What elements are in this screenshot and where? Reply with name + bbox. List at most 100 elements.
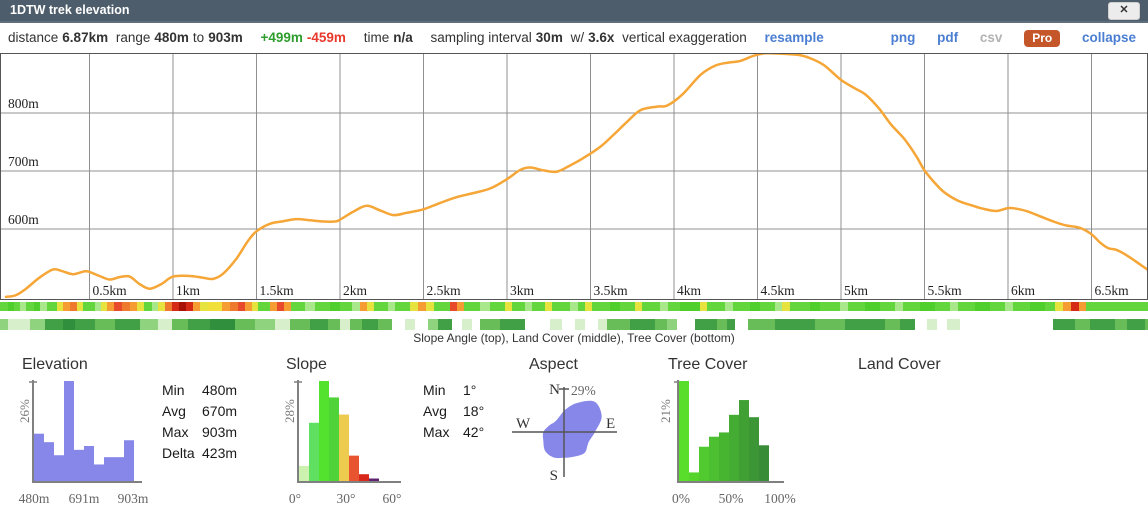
strip-segment	[172, 319, 188, 330]
x-axis-label: 1km	[176, 283, 201, 298]
strip-segment	[903, 302, 920, 311]
strip-segment	[570, 302, 578, 311]
tree-xtick-2: 100%	[764, 491, 796, 507]
aspect-rose-shape	[543, 401, 602, 458]
strip-segment	[284, 302, 291, 311]
elevation-profile-line	[6, 54, 1147, 297]
histogram-bar	[309, 423, 319, 481]
slope-xtick-0: 0°	[289, 491, 301, 507]
x-axis-label: 3km	[510, 283, 535, 298]
tree-panel-title: Tree Cover	[668, 356, 747, 374]
pro-badge[interactable]: Pro	[1024, 30, 1060, 47]
tree-xtick-0: 0%	[672, 491, 690, 507]
x-axis-label: 3.5km	[594, 283, 629, 298]
strip-segment	[748, 319, 775, 330]
strip-segment	[885, 319, 900, 330]
aspect-max-label: 29%	[571, 383, 596, 398]
strip-segment	[464, 302, 480, 311]
strip-segment	[208, 302, 222, 311]
strip-segment	[472, 319, 480, 330]
x-axis-label: 2.5km	[427, 283, 462, 298]
strip-segment	[238, 302, 245, 311]
strip-segment	[848, 302, 865, 311]
x-axis-label: 4km	[677, 283, 702, 298]
strip-segment	[122, 302, 130, 311]
strip-segment	[630, 319, 655, 330]
strip-segment	[277, 302, 284, 311]
strip-segment	[45, 319, 63, 330]
strip-segment	[660, 302, 668, 311]
strip-segment	[245, 302, 252, 311]
histogram-bar	[689, 472, 699, 481]
stat-value: 42°	[463, 424, 484, 440]
strip-segment	[733, 302, 750, 311]
strip-segment	[210, 319, 235, 330]
stat-row: Max42°	[423, 422, 484, 443]
strip-segment	[1071, 302, 1079, 311]
distance-value: 6.87km	[62, 30, 108, 45]
stat-row: Min480m	[162, 380, 237, 401]
info-bar: distance6.87km range480mto903m +499m-459…	[0, 23, 1148, 53]
png-link[interactable]: png	[891, 30, 916, 45]
slope-xtick-2: 60°	[383, 491, 402, 507]
strip-segment	[667, 319, 677, 330]
strip-segment	[810, 302, 820, 311]
aspect-east-label: E	[606, 416, 615, 432]
csv-link[interactable]: csv	[980, 30, 1003, 45]
histogram-bar	[729, 415, 739, 481]
stat-value: 903m	[202, 424, 237, 440]
strip-segment	[350, 319, 362, 330]
elevation-gain: +499m	[260, 30, 302, 45]
histogram-bar	[64, 381, 74, 481]
strip-segment	[532, 302, 545, 311]
collapse-link[interactable]: collapse	[1082, 30, 1136, 45]
strip-segment	[18, 319, 30, 330]
strip-segment	[1005, 302, 1013, 311]
tree-cover-strip	[0, 319, 1148, 330]
stat-label: Delta	[162, 443, 202, 464]
strip-segment	[158, 302, 165, 311]
elevation-profile-chart[interactable]: 600m700m800m0.5km1km1.5km2km2.5km3km3.5k…	[0, 53, 1148, 300]
strip-segment	[707, 302, 725, 311]
pdf-link[interactable]: pdf	[937, 30, 958, 45]
strip-segment	[1086, 302, 1093, 311]
strip-segment	[415, 319, 428, 330]
x-axis-label: 5.5km	[928, 283, 963, 298]
strip-segment	[428, 319, 438, 330]
strip-segment	[367, 302, 374, 311]
x-axis-label: 6km	[1011, 283, 1036, 298]
strip-segment	[40, 302, 47, 311]
stat-value: 1°	[463, 382, 476, 398]
strip-segment	[845, 319, 885, 330]
histogram-bar	[54, 455, 64, 481]
aspect-west-label: W	[516, 416, 531, 432]
export-links: png pdf csv Pro collapse	[877, 30, 1140, 45]
histogram-bar	[34, 434, 44, 481]
histogram-bar	[349, 456, 359, 481]
y-axis-label: 700m	[8, 154, 39, 169]
strip-segment	[480, 319, 500, 330]
range-min: 480m	[154, 30, 189, 45]
x-axis-label: 5km	[844, 283, 869, 298]
strip-segment	[1013, 302, 1030, 311]
strip-segment	[500, 319, 525, 330]
strip-segment	[1079, 302, 1086, 311]
strip-segment	[144, 302, 152, 311]
strip-segment	[158, 319, 172, 330]
strip-segment	[915, 319, 927, 330]
strip-segment	[1045, 302, 1055, 311]
resample-link[interactable]: resample	[764, 30, 823, 45]
close-button[interactable]: ✕	[1108, 2, 1140, 20]
strip-segment	[1063, 302, 1071, 311]
stat-row: Delta423m	[162, 443, 237, 464]
strip-segment	[760, 302, 775, 311]
sampling-label: sampling interval	[431, 30, 532, 45]
strip-segment	[950, 302, 958, 311]
strip-segment	[405, 319, 415, 330]
stat-row: Avg18°	[423, 401, 484, 422]
strip-segment	[8, 319, 18, 330]
x-axis-label: 6.5km	[1095, 283, 1130, 298]
aspect-north-label: N	[549, 382, 560, 398]
strip-segment	[63, 302, 70, 311]
strip-segment	[990, 302, 1005, 311]
